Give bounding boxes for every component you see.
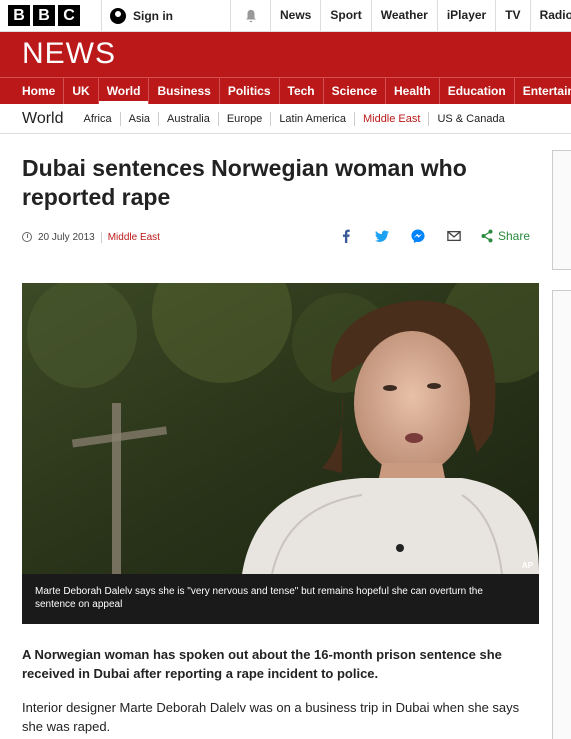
sidebar-card — [552, 290, 571, 739]
subnav-europe[interactable]: Europe — [217, 111, 270, 126]
twitter-share-button[interactable] — [372, 226, 392, 246]
top-nav-sport[interactable]: Sport — [321, 0, 372, 31]
messenger-icon — [411, 229, 425, 243]
notifications-button[interactable] — [231, 0, 271, 31]
top-nav: News Sport Weather iPlayer TV Radio — [271, 0, 571, 31]
main-nav-health[interactable]: Health — [386, 78, 440, 104]
share-tools: Share — [336, 226, 530, 246]
article-paragraph: Interior designer Marte Deborah Dalelv w… — [22, 700, 520, 734]
bell-icon — [245, 9, 256, 22]
article-date: 20 July 2013 — [38, 231, 95, 243]
subnav-middle-east[interactable]: Middle East — [353, 111, 428, 133]
article-image: AP — [22, 283, 539, 574]
bbc-logo[interactable]: B B C — [8, 5, 80, 26]
facebook-share-button[interactable] — [336, 226, 356, 246]
news-logo[interactable]: NEWS — [22, 37, 116, 71]
main-nav-world[interactable]: World — [99, 78, 150, 104]
subnav-australia[interactable]: Australia — [158, 111, 218, 126]
subnav-africa[interactable]: Africa — [76, 112, 120, 126]
section-nav: World Africa Asia Australia Europe Latin… — [0, 104, 571, 134]
messenger-share-button[interactable] — [408, 226, 428, 246]
top-nav-iplayer[interactable]: iPlayer — [438, 0, 497, 31]
divider — [100, 231, 102, 243]
top-nav-tv[interactable]: TV — [496, 0, 531, 31]
subnav-us-canada[interactable]: US & Canada — [428, 111, 512, 126]
facebook-icon — [342, 229, 350, 243]
top-bar: B B C Sign in News Sport Weather iPlayer… — [0, 0, 571, 32]
article-photo — [22, 283, 539, 574]
email-icon — [447, 230, 461, 242]
main-nav-entertainment[interactable]: Entertainment & Arts — [515, 78, 571, 104]
main-nav-home[interactable]: Home — [0, 78, 65, 104]
sidebar-card — [552, 150, 571, 270]
share-button[interactable]: Share — [480, 229, 530, 243]
signin-label: Sign in — [133, 8, 173, 23]
main-nav-tech[interactable]: Tech — [280, 78, 324, 104]
article-meta: 20 July 2013 Middle East — [22, 229, 160, 245]
article-category-link[interactable]: Middle East — [108, 232, 160, 243]
share-label: Share — [498, 229, 531, 243]
top-nav-weather[interactable]: Weather — [372, 0, 438, 31]
twitter-icon — [375, 230, 389, 242]
signin-button[interactable]: Sign in — [101, 0, 231, 31]
article-lead: A Norwegian woman has spoken out about t… — [22, 647, 502, 681]
main-nav-science[interactable]: Science — [324, 78, 387, 104]
news-banner: NEWS — [0, 32, 571, 77]
subnav-asia[interactable]: Asia — [119, 111, 158, 126]
user-icon — [110, 7, 126, 24]
top-nav-news[interactable]: News — [271, 0, 322, 31]
image-credit: AP — [521, 561, 533, 570]
logo-letter: C — [58, 5, 80, 26]
logo-letter: B — [33, 5, 55, 26]
logo-letter: B — [8, 5, 30, 26]
main-nav-uk[interactable]: UK — [64, 78, 99, 104]
main-nav-politics[interactable]: Politics — [220, 78, 280, 104]
image-caption: Marte Deborah Dalelv says she is "very n… — [22, 574, 539, 624]
article-headline: Dubai sentences Norwegian woman who repo… — [22, 155, 467, 210]
main-nav-education[interactable]: Education — [440, 78, 515, 104]
section-title[interactable]: World — [0, 110, 76, 128]
clock-icon — [22, 232, 32, 242]
top-nav-radio[interactable]: Radio — [531, 0, 571, 31]
subnav-latin-america[interactable]: Latin America — [270, 111, 354, 126]
main-nav: Home UK World Business Politics Tech Sci… — [0, 77, 571, 104]
email-share-button[interactable] — [444, 226, 464, 246]
share-icon — [481, 229, 493, 243]
main-nav-business[interactable]: Business — [149, 78, 220, 104]
